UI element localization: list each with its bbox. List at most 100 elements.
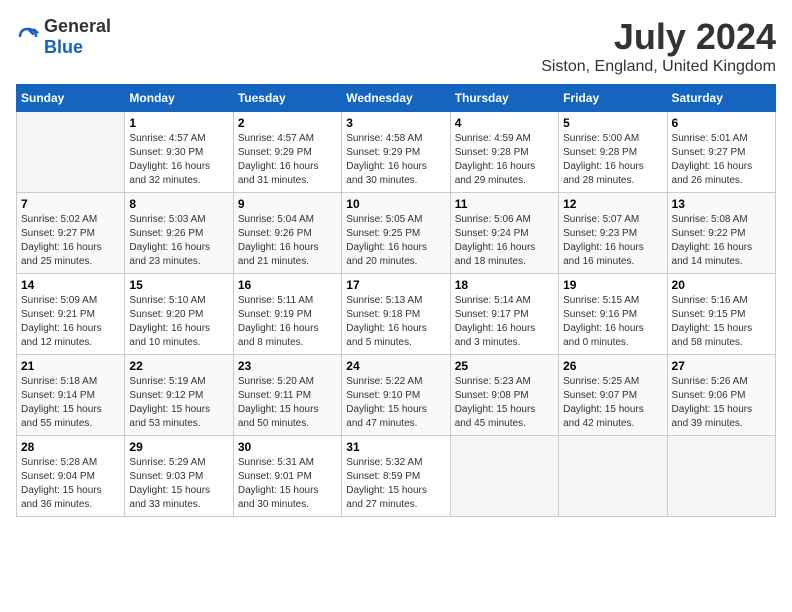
calendar-body: 1Sunrise: 4:57 AM Sunset: 9:30 PM Daylig… — [17, 112, 776, 517]
calendar-cell: 14 Sunrise: 5:09 AM Sunset: 9:21 PM Dayli… — [17, 274, 125, 355]
day-info: Sunrise: 5:31 AM Sunset: 9:01 PM Dayligh… — [238, 456, 337, 512]
logo: General Blue — [16, 16, 111, 58]
day-number: 15 — [129, 278, 228, 292]
day-info: Sunrise: 4:57 AM Sunset: 9:29 PM Dayligh… — [238, 132, 337, 188]
day-info: Sunrise: 5:14 AM Sunset: 9:17 PM Dayligh… — [455, 294, 554, 350]
calendar-cell: 21Sunrise: 5:18 AM Sunset: 9:14 PM Dayli… — [17, 355, 125, 436]
calendar-cell: 24Sunrise: 5:22 AM Sunset: 9:10 PM Dayli… — [342, 355, 450, 436]
day-number: 11 — [455, 197, 554, 211]
day-number: 4 — [455, 116, 554, 130]
header-day-saturday: Saturday — [667, 85, 775, 112]
day-number: 5 — [563, 116, 662, 130]
day-number: 24 — [346, 359, 445, 373]
header-day-thursday: Thursday — [450, 85, 558, 112]
calendar-cell: 31 Sunrise: 5:32 AM Sunset: 8:59 PM Dayli… — [342, 436, 450, 517]
calendar-header: SundayMondayTuesdayWednesdayThursdayFrid… — [17, 85, 776, 112]
location-title: Siston, England, United Kingdom — [541, 58, 776, 76]
day-info: Sunrise: 5:09 AM Sunset: 9:21 PM Dayligh… — [21, 294, 120, 350]
logo-general: General — [44, 16, 111, 36]
calendar-cell: 2 Sunrise: 4:57 AM Sunset: 9:29 PM Daylig… — [233, 112, 341, 193]
day-number: 12 — [563, 197, 662, 211]
day-info: Sunrise: 5:16 AM Sunset: 9:15 PM Dayligh… — [672, 294, 771, 350]
day-info: Sunrise: 5:03 AM Sunset: 9:26 PM Dayligh… — [129, 213, 228, 269]
calendar-cell: 26 Sunrise: 5:25 AM Sunset: 9:07 PM Dayli… — [559, 355, 667, 436]
calendar-cell: 3 Sunrise: 4:58 AM Sunset: 9:29 PM Daylig… — [342, 112, 450, 193]
calendar-cell: 29 Sunrise: 5:29 AM Sunset: 9:03 PM Dayli… — [125, 436, 233, 517]
day-number: 25 — [455, 359, 554, 373]
day-number: 28 — [21, 440, 120, 454]
day-number: 20 — [672, 278, 771, 292]
calendar-cell: 7 Sunrise: 5:02 AM Sunset: 9:27 PM Daylig… — [17, 193, 125, 274]
day-info: Sunrise: 5:29 AM Sunset: 9:03 PM Dayligh… — [129, 456, 228, 512]
calendar-cell — [450, 436, 558, 517]
calendar-cell: 18Sunrise: 5:14 AM Sunset: 9:17 PM Dayli… — [450, 274, 558, 355]
day-info: Sunrise: 5:19 AM Sunset: 9:12 PM Dayligh… — [129, 375, 228, 431]
day-number: 6 — [672, 116, 771, 130]
logo-blue: Blue — [44, 37, 83, 57]
day-info: Sunrise: 5:32 AM Sunset: 8:59 PM Dayligh… — [346, 456, 445, 512]
header-row: SundayMondayTuesdayWednesdayThursdayFrid… — [17, 85, 776, 112]
day-number: 19 — [563, 278, 662, 292]
day-info: Sunrise: 5:13 AM Sunset: 9:18 PM Dayligh… — [346, 294, 445, 350]
week-row-4: 21Sunrise: 5:18 AM Sunset: 9:14 PM Dayli… — [17, 355, 776, 436]
header-day-tuesday: Tuesday — [233, 85, 341, 112]
week-row-5: 28 Sunrise: 5:28 AM Sunset: 9:04 PM Dayli… — [17, 436, 776, 517]
header-day-monday: Monday — [125, 85, 233, 112]
day-info: Sunrise: 5:28 AM Sunset: 9:04 PM Dayligh… — [21, 456, 120, 512]
calendar-cell: 10Sunrise: 5:05 AM Sunset: 9:25 PM Dayli… — [342, 193, 450, 274]
day-number: 14 — [21, 278, 120, 292]
week-row-3: 14 Sunrise: 5:09 AM Sunset: 9:21 PM Dayli… — [17, 274, 776, 355]
calendar-cell: 13Sunrise: 5:08 AM Sunset: 9:22 PM Dayli… — [667, 193, 775, 274]
calendar-cell: 20 Sunrise: 5:16 AM Sunset: 9:15 PM Dayli… — [667, 274, 775, 355]
calendar-cell — [559, 436, 667, 517]
calendar-cell: 28 Sunrise: 5:28 AM Sunset: 9:04 PM Dayli… — [17, 436, 125, 517]
day-number: 7 — [21, 197, 120, 211]
day-number: 17 — [346, 278, 445, 292]
day-number: 16 — [238, 278, 337, 292]
day-info: Sunrise: 5:06 AM Sunset: 9:24 PM Dayligh… — [455, 213, 554, 269]
day-number: 2 — [238, 116, 337, 130]
calendar-cell: 22 Sunrise: 5:19 AM Sunset: 9:12 PM Dayli… — [125, 355, 233, 436]
header-day-friday: Friday — [559, 85, 667, 112]
day-info: Sunrise: 5:25 AM Sunset: 9:07 PM Dayligh… — [563, 375, 662, 431]
calendar-cell: 1Sunrise: 4:57 AM Sunset: 9:30 PM Daylig… — [125, 112, 233, 193]
day-info: Sunrise: 5:15 AM Sunset: 9:16 PM Dayligh… — [563, 294, 662, 350]
month-title: July 2024 — [541, 16, 776, 58]
day-number: 3 — [346, 116, 445, 130]
day-info: Sunrise: 5:18 AM Sunset: 9:14 PM Dayligh… — [21, 375, 120, 431]
calendar-cell: 16Sunrise: 5:11 AM Sunset: 9:19 PM Dayli… — [233, 274, 341, 355]
calendar-cell: 23Sunrise: 5:20 AM Sunset: 9:11 PM Dayli… — [233, 355, 341, 436]
header-day-sunday: Sunday — [17, 85, 125, 112]
day-info: Sunrise: 5:00 AM Sunset: 9:28 PM Dayligh… — [563, 132, 662, 188]
calendar-cell: 27 Sunrise: 5:26 AM Sunset: 9:06 PM Dayli… — [667, 355, 775, 436]
calendar-cell — [667, 436, 775, 517]
day-info: Sunrise: 5:04 AM Sunset: 9:26 PM Dayligh… — [238, 213, 337, 269]
day-number: 30 — [238, 440, 337, 454]
calendar-cell: 19 Sunrise: 5:15 AM Sunset: 9:16 PM Dayli… — [559, 274, 667, 355]
day-number: 10 — [346, 197, 445, 211]
header: General Blue July 2024 Siston, England, … — [16, 16, 776, 76]
day-info: Sunrise: 5:02 AM Sunset: 9:27 PM Dayligh… — [21, 213, 120, 269]
day-number: 26 — [563, 359, 662, 373]
day-info: Sunrise: 5:23 AM Sunset: 9:08 PM Dayligh… — [455, 375, 554, 431]
calendar-cell: 15 Sunrise: 5:10 AM Sunset: 9:20 PM Dayli… — [125, 274, 233, 355]
day-info: Sunrise: 5:01 AM Sunset: 9:27 PM Dayligh… — [672, 132, 771, 188]
logo-icon — [16, 25, 40, 49]
day-info: Sunrise: 4:58 AM Sunset: 9:29 PM Dayligh… — [346, 132, 445, 188]
day-info: Sunrise: 4:59 AM Sunset: 9:28 PM Dayligh… — [455, 132, 554, 188]
day-info: Sunrise: 5:07 AM Sunset: 9:23 PM Dayligh… — [563, 213, 662, 269]
day-info: Sunrise: 5:26 AM Sunset: 9:06 PM Dayligh… — [672, 375, 771, 431]
day-number: 29 — [129, 440, 228, 454]
calendar-table: SundayMondayTuesdayWednesdayThursdayFrid… — [16, 84, 776, 517]
calendar-cell — [17, 112, 125, 193]
day-number: 22 — [129, 359, 228, 373]
calendar-cell: 25 Sunrise: 5:23 AM Sunset: 9:08 PM Dayli… — [450, 355, 558, 436]
calendar-cell: 8Sunrise: 5:03 AM Sunset: 9:26 PM Daylig… — [125, 193, 233, 274]
day-info: Sunrise: 5:08 AM Sunset: 9:22 PM Dayligh… — [672, 213, 771, 269]
day-info: Sunrise: 5:10 AM Sunset: 9:20 PM Dayligh… — [129, 294, 228, 350]
day-info: Sunrise: 5:20 AM Sunset: 9:11 PM Dayligh… — [238, 375, 337, 431]
calendar-cell: 12 Sunrise: 5:07 AM Sunset: 9:23 PM Dayli… — [559, 193, 667, 274]
day-number: 31 — [346, 440, 445, 454]
day-number: 27 — [672, 359, 771, 373]
week-row-1: 1Sunrise: 4:57 AM Sunset: 9:30 PM Daylig… — [17, 112, 776, 193]
